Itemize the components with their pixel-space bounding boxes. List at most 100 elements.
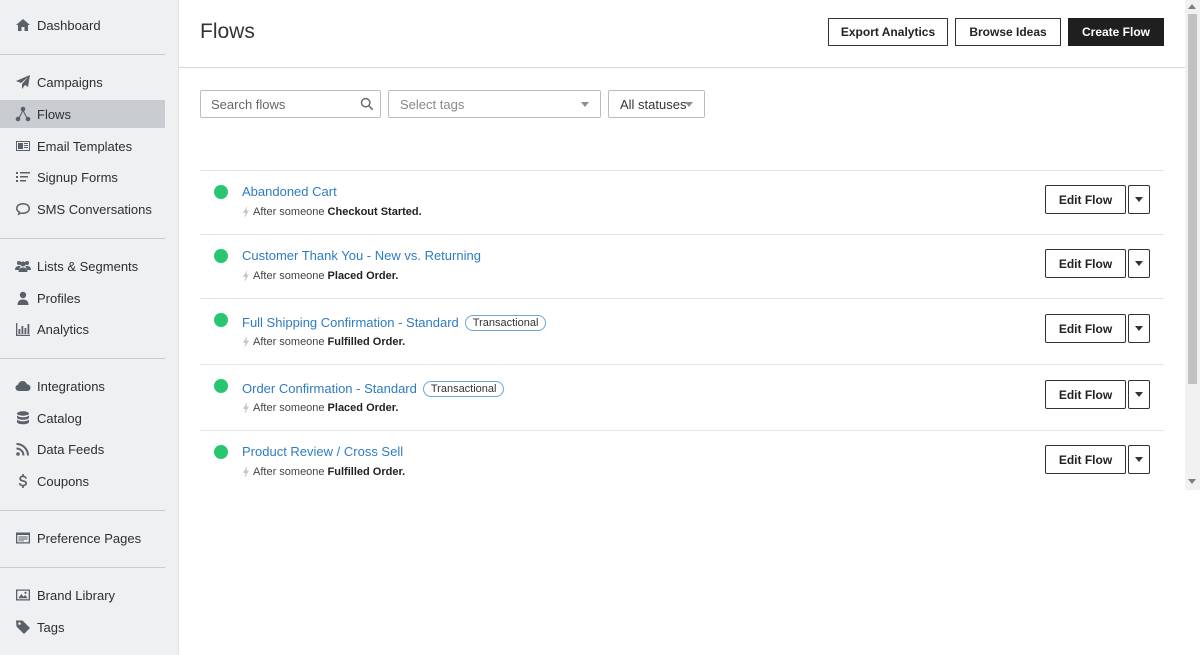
tag-icon (14, 619, 32, 635)
sidebar-item-label: Integrations (37, 378, 105, 394)
flow-options-dropdown[interactable] (1128, 380, 1150, 409)
sidebar-item-sms-conversations[interactable]: SMS Conversations (0, 195, 165, 223)
sidebar-item-lists-segments[interactable]: Lists & Segments (0, 252, 165, 280)
database-icon (14, 410, 32, 426)
chat-icon (14, 201, 32, 217)
caret-down-icon (1135, 197, 1143, 202)
sidebar-item-label: Dashboard (37, 17, 101, 33)
rss-icon (14, 441, 32, 457)
edit-flow-button[interactable]: Edit Flow (1045, 314, 1126, 343)
flow-name-link[interactable]: Full Shipping Confirmation - Standard Tra… (242, 315, 547, 331)
edit-flow-button[interactable]: Edit Flow (1045, 249, 1126, 278)
flow-trigger: After someone Fulfilled Order. (242, 336, 405, 348)
sidebar-item-profiles[interactable]: Profiles (0, 284, 165, 312)
scroll-down-icon[interactable] (1188, 479, 1196, 484)
sidebar-item-label: Brand Library (37, 587, 116, 603)
sidebar-divider (0, 567, 165, 568)
browse-ideas-button[interactable]: Browse Ideas (955, 18, 1061, 46)
sidebar-item-label: Lists & Segments (37, 258, 139, 274)
sidebar-item-campaigns[interactable]: Campaigns (0, 68, 165, 96)
search-box (200, 90, 381, 118)
vertical-scrollbar[interactable] (1185, 0, 1200, 490)
sidebar-item-label: Analytics (37, 321, 90, 337)
sidebar-item-label: Data Feeds (37, 441, 105, 457)
sidebar-item-label: Preference Pages (37, 530, 142, 546)
sidebar-item-signup-forms[interactable]: Signup Forms (0, 163, 165, 191)
sidebar-item-dashboard[interactable]: Dashboard (0, 11, 165, 39)
export-analytics-button[interactable]: Export Analytics (828, 18, 948, 46)
flow-row: Customer Thank You - New vs. Returning A… (200, 234, 1164, 298)
sidebar-item-data-feeds[interactable]: Data Feeds (0, 435, 165, 463)
tags-select[interactable]: Select tags (388, 90, 601, 118)
sidebar-item-label: Email Templates (37, 138, 133, 154)
sidebar-item-email-templates[interactable]: Email Templates (0, 132, 165, 160)
status-value: All statuses (620, 96, 687, 112)
lightning-icon (243, 402, 249, 414)
sidebar-item-brand-library[interactable]: Brand Library (0, 581, 165, 609)
image-icon (14, 587, 32, 603)
sidebar-divider (0, 54, 165, 55)
flow-row: Order Confirmation - Standard Transaction… (200, 364, 1164, 430)
sidebar-item-label: SMS Conversations (37, 201, 152, 217)
scroll-thumb[interactable] (1188, 14, 1197, 384)
sidebar-item-tags[interactable]: Tags (0, 613, 165, 641)
edit-flow-button[interactable]: Edit Flow (1045, 185, 1126, 214)
status-live-indicator (214, 185, 228, 199)
flow-options-dropdown[interactable] (1128, 314, 1150, 343)
flow-name-link[interactable]: Abandoned Cart (242, 184, 337, 199)
flow-row: Abandoned Cart After someone Checkout Sta… (200, 170, 1164, 234)
sidebar-item-preference-pages[interactable]: Preference Pages (0, 524, 165, 552)
flow-options-dropdown[interactable] (1128, 249, 1150, 278)
bar-chart-icon (14, 321, 32, 337)
chevron-down-icon (685, 102, 693, 107)
tags-placeholder: Select tags (400, 96, 465, 112)
caret-down-icon (1135, 261, 1143, 266)
sidebar-item-label: Signup Forms (37, 169, 118, 185)
sidebar-item-label: Profiles (37, 290, 81, 306)
edit-flow-button[interactable]: Edit Flow (1045, 380, 1126, 409)
sidebar-item-label: Coupons (37, 473, 90, 489)
sidebar-item-analytics[interactable]: Analytics (0, 315, 165, 343)
home-icon (14, 17, 32, 33)
flow-trigger: After someone Placed Order. (242, 402, 398, 414)
lightning-icon (243, 270, 249, 282)
search-icon[interactable] (360, 97, 374, 111)
caret-down-icon (1135, 392, 1143, 397)
search-input[interactable] (201, 96, 351, 112)
page-title: Flows (200, 20, 255, 43)
transactional-badge: Transactional (464, 315, 547, 331)
flow-name-link[interactable]: Product Review / Cross Sell (242, 444, 403, 459)
flow-name-link[interactable]: Customer Thank You - New vs. Returning (242, 248, 481, 263)
sidebar-item-label: Catalog (37, 410, 82, 426)
status-live-indicator (214, 313, 228, 327)
lightning-icon (243, 336, 249, 348)
sidebar-item-label: Tags (37, 619, 65, 635)
sidebar: Dashboard Campaigns Flows Email Template… (0, 0, 179, 655)
status-live-indicator (214, 249, 228, 263)
status-select[interactable]: All statuses (608, 90, 705, 118)
cloud-icon (14, 378, 32, 394)
flow-name-link[interactable]: Order Confirmation - Standard Transaction… (242, 381, 505, 397)
sidebar-item-integrations[interactable]: Integrations (0, 372, 165, 400)
page-header: Flows Export Analytics Browse Ideas Crea… (179, 0, 1185, 68)
sidebar-item-label: Flows (37, 106, 71, 122)
lightning-icon (243, 206, 249, 218)
caret-down-icon (1135, 457, 1143, 462)
scroll-up-icon[interactable] (1188, 4, 1196, 9)
sidebar-item-catalog[interactable]: Catalog (0, 404, 165, 432)
sidebar-item-flows[interactable]: Flows (0, 100, 165, 128)
dollar-icon (14, 473, 32, 489)
status-live-indicator (214, 445, 228, 459)
flow-options-dropdown[interactable] (1128, 445, 1150, 474)
user-icon (14, 290, 32, 306)
create-flow-button[interactable]: Create Flow (1068, 18, 1164, 46)
sidebar-divider (0, 510, 165, 511)
users-icon (14, 258, 32, 274)
sidebar-item-coupons[interactable]: Coupons (0, 467, 165, 495)
flows-icon (14, 106, 32, 122)
status-live-indicator (214, 379, 228, 393)
flow-options-dropdown[interactable] (1128, 185, 1150, 214)
sidebar-divider (0, 238, 165, 239)
edit-flow-button[interactable]: Edit Flow (1045, 445, 1126, 474)
window-icon (14, 530, 32, 546)
